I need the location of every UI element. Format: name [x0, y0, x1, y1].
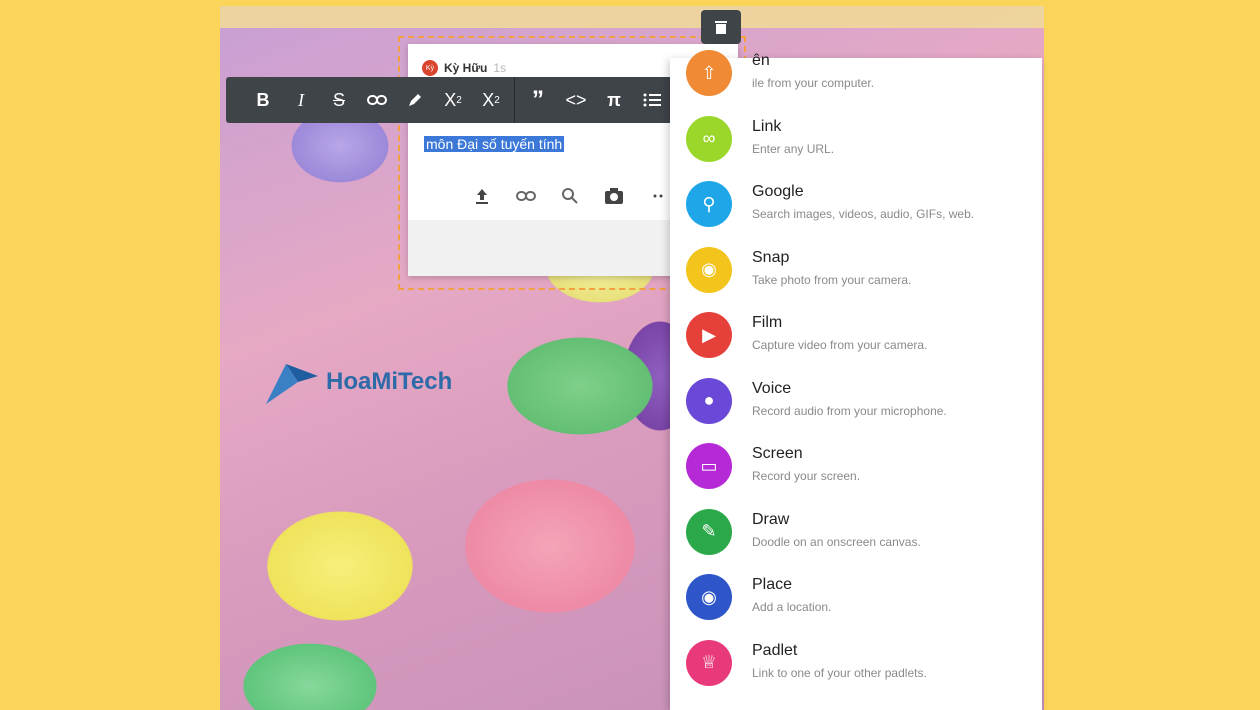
menu-item-screen[interactable]: ▭ Screen Record your screen.	[670, 433, 1042, 498]
camera-icon: ◉	[686, 246, 732, 293]
italic-button[interactable]: I	[282, 77, 320, 123]
menu-item-snap[interactable]: ◉ Snap Take photo from your camera.	[670, 237, 1042, 302]
avatar: Kỳ	[422, 60, 438, 76]
watermark-text: HoaMiTech	[326, 368, 453, 395]
delete-button[interactable]	[701, 10, 741, 44]
menu-item-title: Draw	[752, 510, 790, 528]
bulleted-list-icon	[643, 93, 661, 107]
camera-icon[interactable]	[602, 184, 626, 208]
math-button[interactable]: π	[595, 77, 633, 123]
menu-item-link[interactable]: ∞ Link Enter any URL.	[670, 106, 1042, 171]
code-button[interactable]: <>	[557, 77, 595, 123]
menu-item-title: Snap	[752, 248, 790, 266]
menu-item-title: Padlet	[752, 641, 798, 659]
menu-item-title: Voice	[752, 379, 792, 397]
superscript-button[interactable]: X2	[434, 77, 472, 123]
quote-button[interactable]: ”	[519, 77, 557, 123]
link-icon	[367, 95, 387, 105]
magnify-icon: ⚲	[686, 181, 732, 227]
hoamitech-watermark: HoaMiTech	[262, 358, 452, 406]
post-author: Kỳ Kỳ Hữu 1s	[422, 60, 506, 76]
menu-item-title: ên	[752, 52, 770, 69]
trash-icon	[715, 21, 727, 34]
microphone-icon: ●	[686, 377, 732, 424]
video-icon: ▶	[686, 312, 732, 358]
bulleted-list-button[interactable]	[633, 77, 671, 123]
marker-icon	[409, 94, 421, 106]
pen-icon: ✎	[686, 508, 732, 555]
upload-icon[interactable]	[470, 184, 494, 208]
menu-item-description: Link to one of your other padlets.	[752, 665, 927, 680]
hoamitech-logo-icon	[266, 364, 318, 404]
menu-item-description: Record audio from your microphone.	[752, 403, 947, 418]
more-icon[interactable]	[646, 184, 670, 208]
screen-icon: ▭	[686, 443, 732, 489]
menu-item-film[interactable]: ▶ Film Capture video from your camera.	[670, 302, 1042, 367]
menu-item-description: Enter any URL.	[752, 141, 835, 156]
menu-item-padlet[interactable]: ♕ Padlet Link to one of your other padlets…	[670, 630, 1042, 695]
menu-item--n[interactable]: ⇧ ên ile from your computer.	[670, 40, 1042, 105]
menu-item-description: Take photo from your camera.	[752, 272, 912, 287]
link-icon[interactable]	[514, 184, 538, 208]
strikethrough-button[interactable]: S	[320, 77, 358, 123]
menu-item-description: Add a location.	[752, 600, 832, 614]
menu-item-description: ile from your computer.	[752, 76, 875, 90]
upload-icon: ⇧	[686, 50, 732, 96]
menu-item-description: Capture video from your camera.	[752, 338, 928, 352]
menu-item-description: Search images, videos, audio, GIFs, web.	[752, 207, 975, 221]
highlight-button[interactable]	[396, 77, 434, 123]
toolbar-divider	[514, 77, 515, 123]
menu-item-title: Place	[752, 576, 793, 593]
background-top-strip	[220, 6, 1044, 28]
author-name: Kỳ Hữu	[444, 61, 488, 75]
attachment-menu: ⇧ ên ile from your computer. ∞ Link Enter any…	[670, 50, 1042, 710]
menu-item-title: Google	[752, 183, 804, 200]
menu-item-google[interactable]: ⚲ Google Search images, videos, audio, GIF…	[670, 171, 1042, 236]
menu-item-voice[interactable]: ● Voice Record audio from your microphone.	[670, 368, 1042, 433]
post-time: 1s	[493, 61, 507, 75]
menu-item-draw[interactable]: ✎ Draw Doodle on an onscreen canvas.	[670, 499, 1042, 564]
menu-item-title: Screen	[752, 445, 803, 462]
link-button[interactable]	[358, 77, 396, 123]
menu-item-description: Doodle on an onscreen canvas.	[752, 534, 921, 549]
bold-button[interactable]: B	[244, 77, 282, 123]
menu-item-description: Record your screen.	[752, 469, 861, 483]
pin-icon: ◉	[686, 574, 732, 620]
attachment-row	[470, 184, 670, 208]
menu-item-title: Film	[752, 314, 783, 331]
menu-item-place[interactable]: ◉ Place Add a location.	[670, 564, 1042, 629]
search-icon[interactable]	[558, 184, 582, 208]
link-icon: ∞	[686, 115, 732, 162]
post-body-text[interactable]: môn Đại số tuyến tính	[424, 136, 565, 152]
crown-icon: ♕	[686, 639, 732, 686]
menu-item-title: Link	[752, 117, 782, 135]
subscript-button[interactable]: X2	[472, 77, 510, 123]
